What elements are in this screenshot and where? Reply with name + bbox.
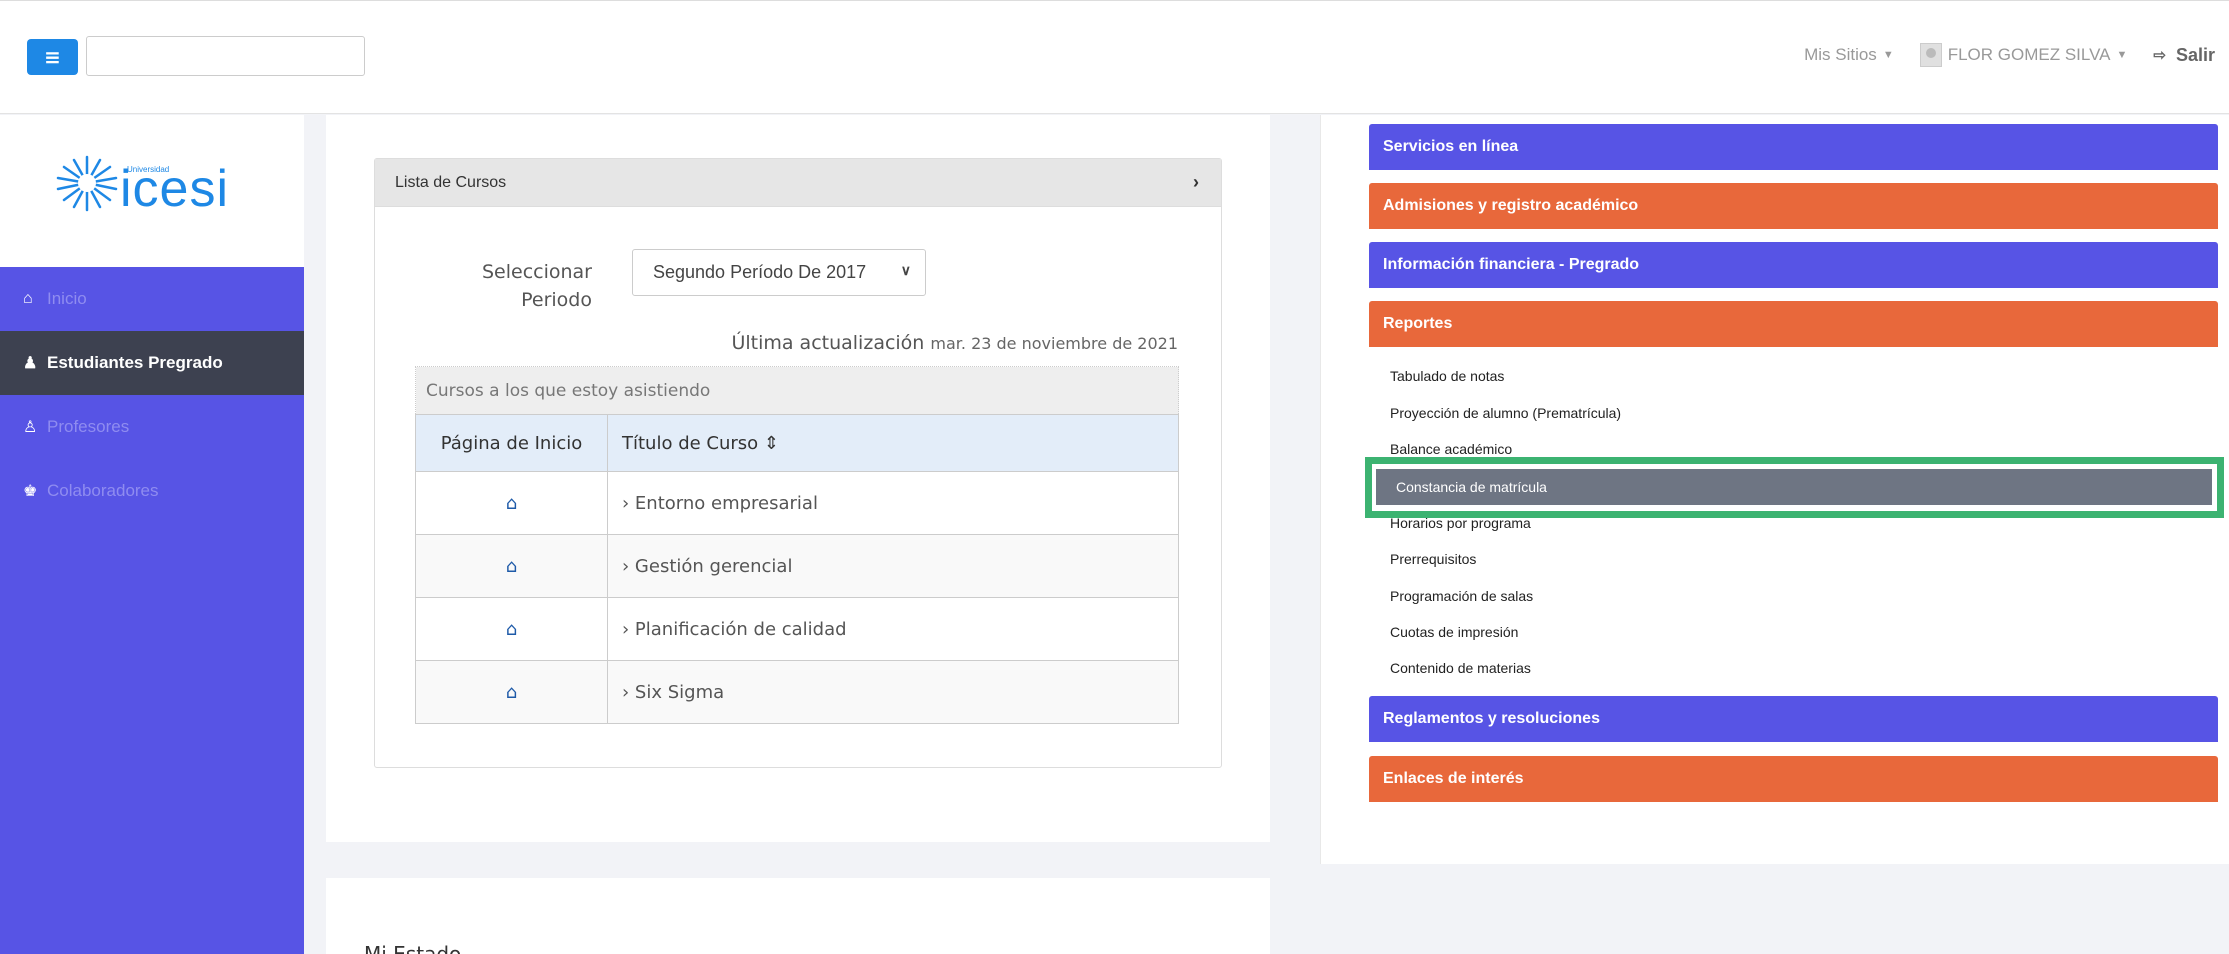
accordion-enlaces[interactable]: Enlaces de interés (1369, 756, 2218, 802)
col-header-title-label: Título de Curso (622, 432, 759, 454)
top-bar: ≡ Mis Sitios ▼ FLOR GOMEZ SILVA ▼ ⇨ Sali… (0, 0, 2229, 114)
sidebar-item-label: Colaboradores (47, 481, 159, 500)
accordion-label: Reportes (1383, 315, 1453, 332)
course-home-icon[interactable]: ⌂ (415, 471, 608, 535)
sidebar-item-label: Profesores (47, 417, 130, 436)
teacher-icon: ♙ (23, 419, 38, 436)
student-icon: ♟ (23, 355, 38, 372)
periodo-label-line2: Periodo (521, 289, 592, 311)
bottom-panel (326, 878, 1270, 954)
periodo-label-line1: Seleccionar (481, 261, 592, 283)
courses-title: Lista de Cursos (395, 173, 507, 191)
course-title: Gestión gerencial (634, 555, 793, 577)
report-link-constancia[interactable]: Constancia de matrícula (1376, 469, 2212, 505)
report-link[interactable]: Horarios por programa (1390, 515, 1531, 531)
menu-toggle-button[interactable]: ≡ (27, 39, 78, 75)
chevron-right-icon: › (622, 618, 635, 640)
periodo-label: Seleccionar Periodo (474, 258, 592, 314)
course-home-icon[interactable]: ⌂ (415, 660, 608, 724)
accordion-reglamentos[interactable]: Reglamentos y resoluciones (1369, 696, 2218, 742)
report-link[interactable]: Programación de salas (1390, 588, 1533, 604)
top-right-menu: Mis Sitios ▼ FLOR GOMEZ SILVA ▼ ⇨ Salir (1778, 35, 2215, 75)
user-name: FLOR GOMEZ SILVA (1947, 45, 2111, 64)
report-link[interactable]: Prerrequisitos (1390, 551, 1476, 567)
course-title: Entorno empresarial (634, 492, 818, 514)
bars-icon: ≡ (44, 45, 61, 69)
sidebar-item-inicio[interactable]: ⌂ Inicio (0, 267, 304, 331)
report-link[interactable]: Contenido de materias (1390, 660, 1531, 676)
courses-table: Cursos a los que estoy asistiendo Página… (415, 366, 1179, 724)
course-title-link[interactable]: › Entorno empresarial (607, 471, 1179, 535)
table-caption-row: Cursos a los que estoy asistiendo (415, 366, 1179, 415)
course-home-icon[interactable]: ⌂ (415, 597, 608, 661)
report-link[interactable]: Proyección de alumno (Prematrícula) (1390, 405, 1621, 421)
accordion-financiera[interactable]: Información financiera - Pregrado (1369, 242, 2218, 288)
report-link[interactable]: Tabulado de notas (1390, 368, 1504, 384)
chevron-right-icon: › (622, 555, 635, 577)
avatar (1919, 43, 1942, 67)
course-title-link[interactable]: › Gestión gerencial (607, 534, 1179, 598)
logout-link[interactable]: ⇨ Salir (2153, 45, 2215, 66)
course-title-link[interactable]: › Planificación de calidad (607, 597, 1179, 661)
chevron-right-icon: › (622, 681, 635, 703)
sidebar-item-colaboradores[interactable]: ♚ Colaboradores (0, 459, 304, 523)
chevron-down-icon: ∨ (900, 262, 911, 278)
collaborators-icon: ♚ (23, 483, 38, 500)
mis-sitios-dropdown[interactable]: Mis Sitios ▼ (1804, 45, 1894, 65)
home-icon: ⌂ (23, 290, 33, 307)
accordion-label: Información financiera - Pregrado (1383, 256, 1640, 273)
course-home-icon[interactable]: ⌂ (415, 534, 608, 598)
table-caption: Cursos a los que estoy asistiendo (415, 366, 1179, 415)
caret-down-icon: ▼ (1882, 49, 1894, 61)
course-title: Six Sigma (634, 681, 725, 703)
chevron-right-icon: › (622, 492, 635, 514)
sidebar: Universidad icesi ⌂ Inicio ♟ Estudiantes… (0, 115, 304, 954)
col-header-title[interactable]: Título de Curso ⇕ (607, 414, 1179, 472)
search-input[interactable] (86, 36, 365, 76)
logo[interactable]: Universidad icesi (0, 115, 304, 267)
logo-burst-icon (56, 155, 118, 212)
sort-icon[interactable]: ⇕ (764, 433, 779, 454)
periodo-selected-value: Segundo Período De 2017 (653, 262, 867, 282)
accordion-label: Enlaces de interés (1383, 770, 1524, 787)
last-update-date: mar. 23 de noviembre de 2021 (930, 334, 1178, 353)
courses-header[interactable]: Lista de Cursos › (375, 159, 1221, 207)
last-update: Última actualización mar. 23 de noviembr… (416, 332, 1178, 354)
periodo-select[interactable]: Segundo Período De 2017 ∨ (632, 249, 926, 296)
accordion-admisiones[interactable]: Admisiones y registro académico (1369, 183, 2218, 229)
caret-down-icon: ▼ (2116, 49, 2128, 61)
accordion-label: Admisiones y registro académico (1383, 197, 1639, 214)
table-row: ⌂ › Entorno empresarial (415, 471, 1179, 535)
course-title-link[interactable]: › Six Sigma (607, 660, 1179, 724)
table-row: ⌂ › Planificación de calidad (415, 597, 1179, 661)
last-update-label: Última actualización (731, 332, 925, 354)
sidebar-item-estudiantes-pregrado[interactable]: ♟ Estudiantes Pregrado (0, 331, 304, 395)
accordion-label: Servicios en línea (1383, 138, 1519, 155)
accordion-label: Reglamentos y resoluciones (1383, 710, 1600, 727)
chevron-right-icon[interactable]: › (1193, 172, 1199, 193)
logo-text: icesi (120, 160, 230, 218)
col-header-home: Página de Inicio (415, 414, 608, 472)
report-link[interactable]: Cuotas de impresión (1390, 624, 1518, 640)
course-title: Planificación de calidad (634, 618, 847, 640)
accordion-servicios[interactable]: Servicios en línea (1369, 124, 2218, 170)
sidebar-item-label: Estudiantes Pregrado (47, 353, 223, 372)
mis-sitios-label: Mis Sitios (1804, 45, 1877, 64)
sidebar-item-label: Inicio (47, 289, 87, 308)
sidebar-item-profesores[interactable]: ♙ Profesores (0, 395, 304, 459)
user-dropdown[interactable]: FLOR GOMEZ SILVA ▼ (1919, 43, 2128, 67)
table-row: ⌂ › Gestión gerencial (415, 534, 1179, 598)
table-row: ⌂ › Six Sigma (415, 660, 1179, 724)
bottom-panel-title: Mi Estado (364, 942, 462, 954)
report-link[interactable]: Balance académico (1390, 441, 1512, 457)
accordion-reportes[interactable]: Reportes (1369, 301, 2218, 347)
logout-label: Salir (2175, 44, 2215, 65)
sign-out-icon: ⇨ (2153, 47, 2166, 64)
table-header-row: Página de Inicio Título de Curso ⇕ (415, 414, 1179, 472)
